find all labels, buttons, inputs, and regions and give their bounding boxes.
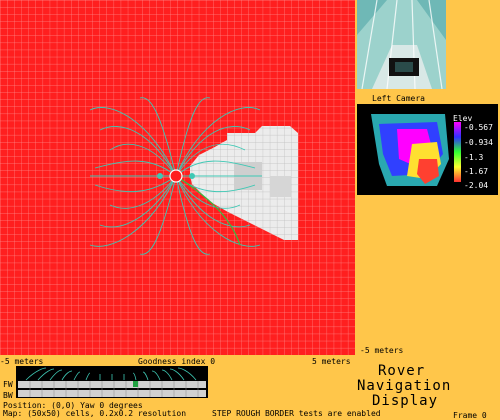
left-camera-image bbox=[357, 0, 446, 89]
title-line-3: Display bbox=[372, 393, 439, 409]
elevation-panel: Elev -0.567 -0.934 -1.3 -1.67 -2.04 bbox=[357, 104, 498, 195]
elevation-title: Elev bbox=[453, 114, 473, 123]
selected-command-marker bbox=[133, 381, 138, 387]
map-x-left-label: -5 meters bbox=[0, 357, 44, 366]
bw-label: BW bbox=[3, 391, 13, 400]
elevation-tick: -0.567 bbox=[464, 123, 493, 132]
elevation-tick: -1.67 bbox=[464, 167, 489, 176]
motion-ruler bbox=[16, 366, 208, 398]
map-info: Map: (50x50) cells, 0.2x0.2 resolution bbox=[3, 409, 187, 418]
frame-counter: Frame 0 bbox=[453, 411, 487, 420]
elevation-tick: -1.3 bbox=[464, 153, 484, 162]
elevation-tick: -2.04 bbox=[464, 181, 489, 190]
navigation-map bbox=[0, 0, 355, 355]
fw-label: FW bbox=[3, 380, 13, 389]
title-line-2: Navigation bbox=[357, 378, 452, 394]
map-y-bottom-label: -5 meters bbox=[360, 346, 404, 355]
elevation-tick: -0.934 bbox=[464, 138, 493, 147]
goodness-index: Goodness index 0 bbox=[138, 357, 216, 366]
camera-label: Left Camera bbox=[372, 94, 425, 103]
map-x-right-label: 5 meters bbox=[312, 357, 351, 366]
title-line-1: Rover bbox=[378, 363, 426, 379]
tests-status: STEP ROUGH BORDER tests are enabled bbox=[212, 409, 381, 418]
